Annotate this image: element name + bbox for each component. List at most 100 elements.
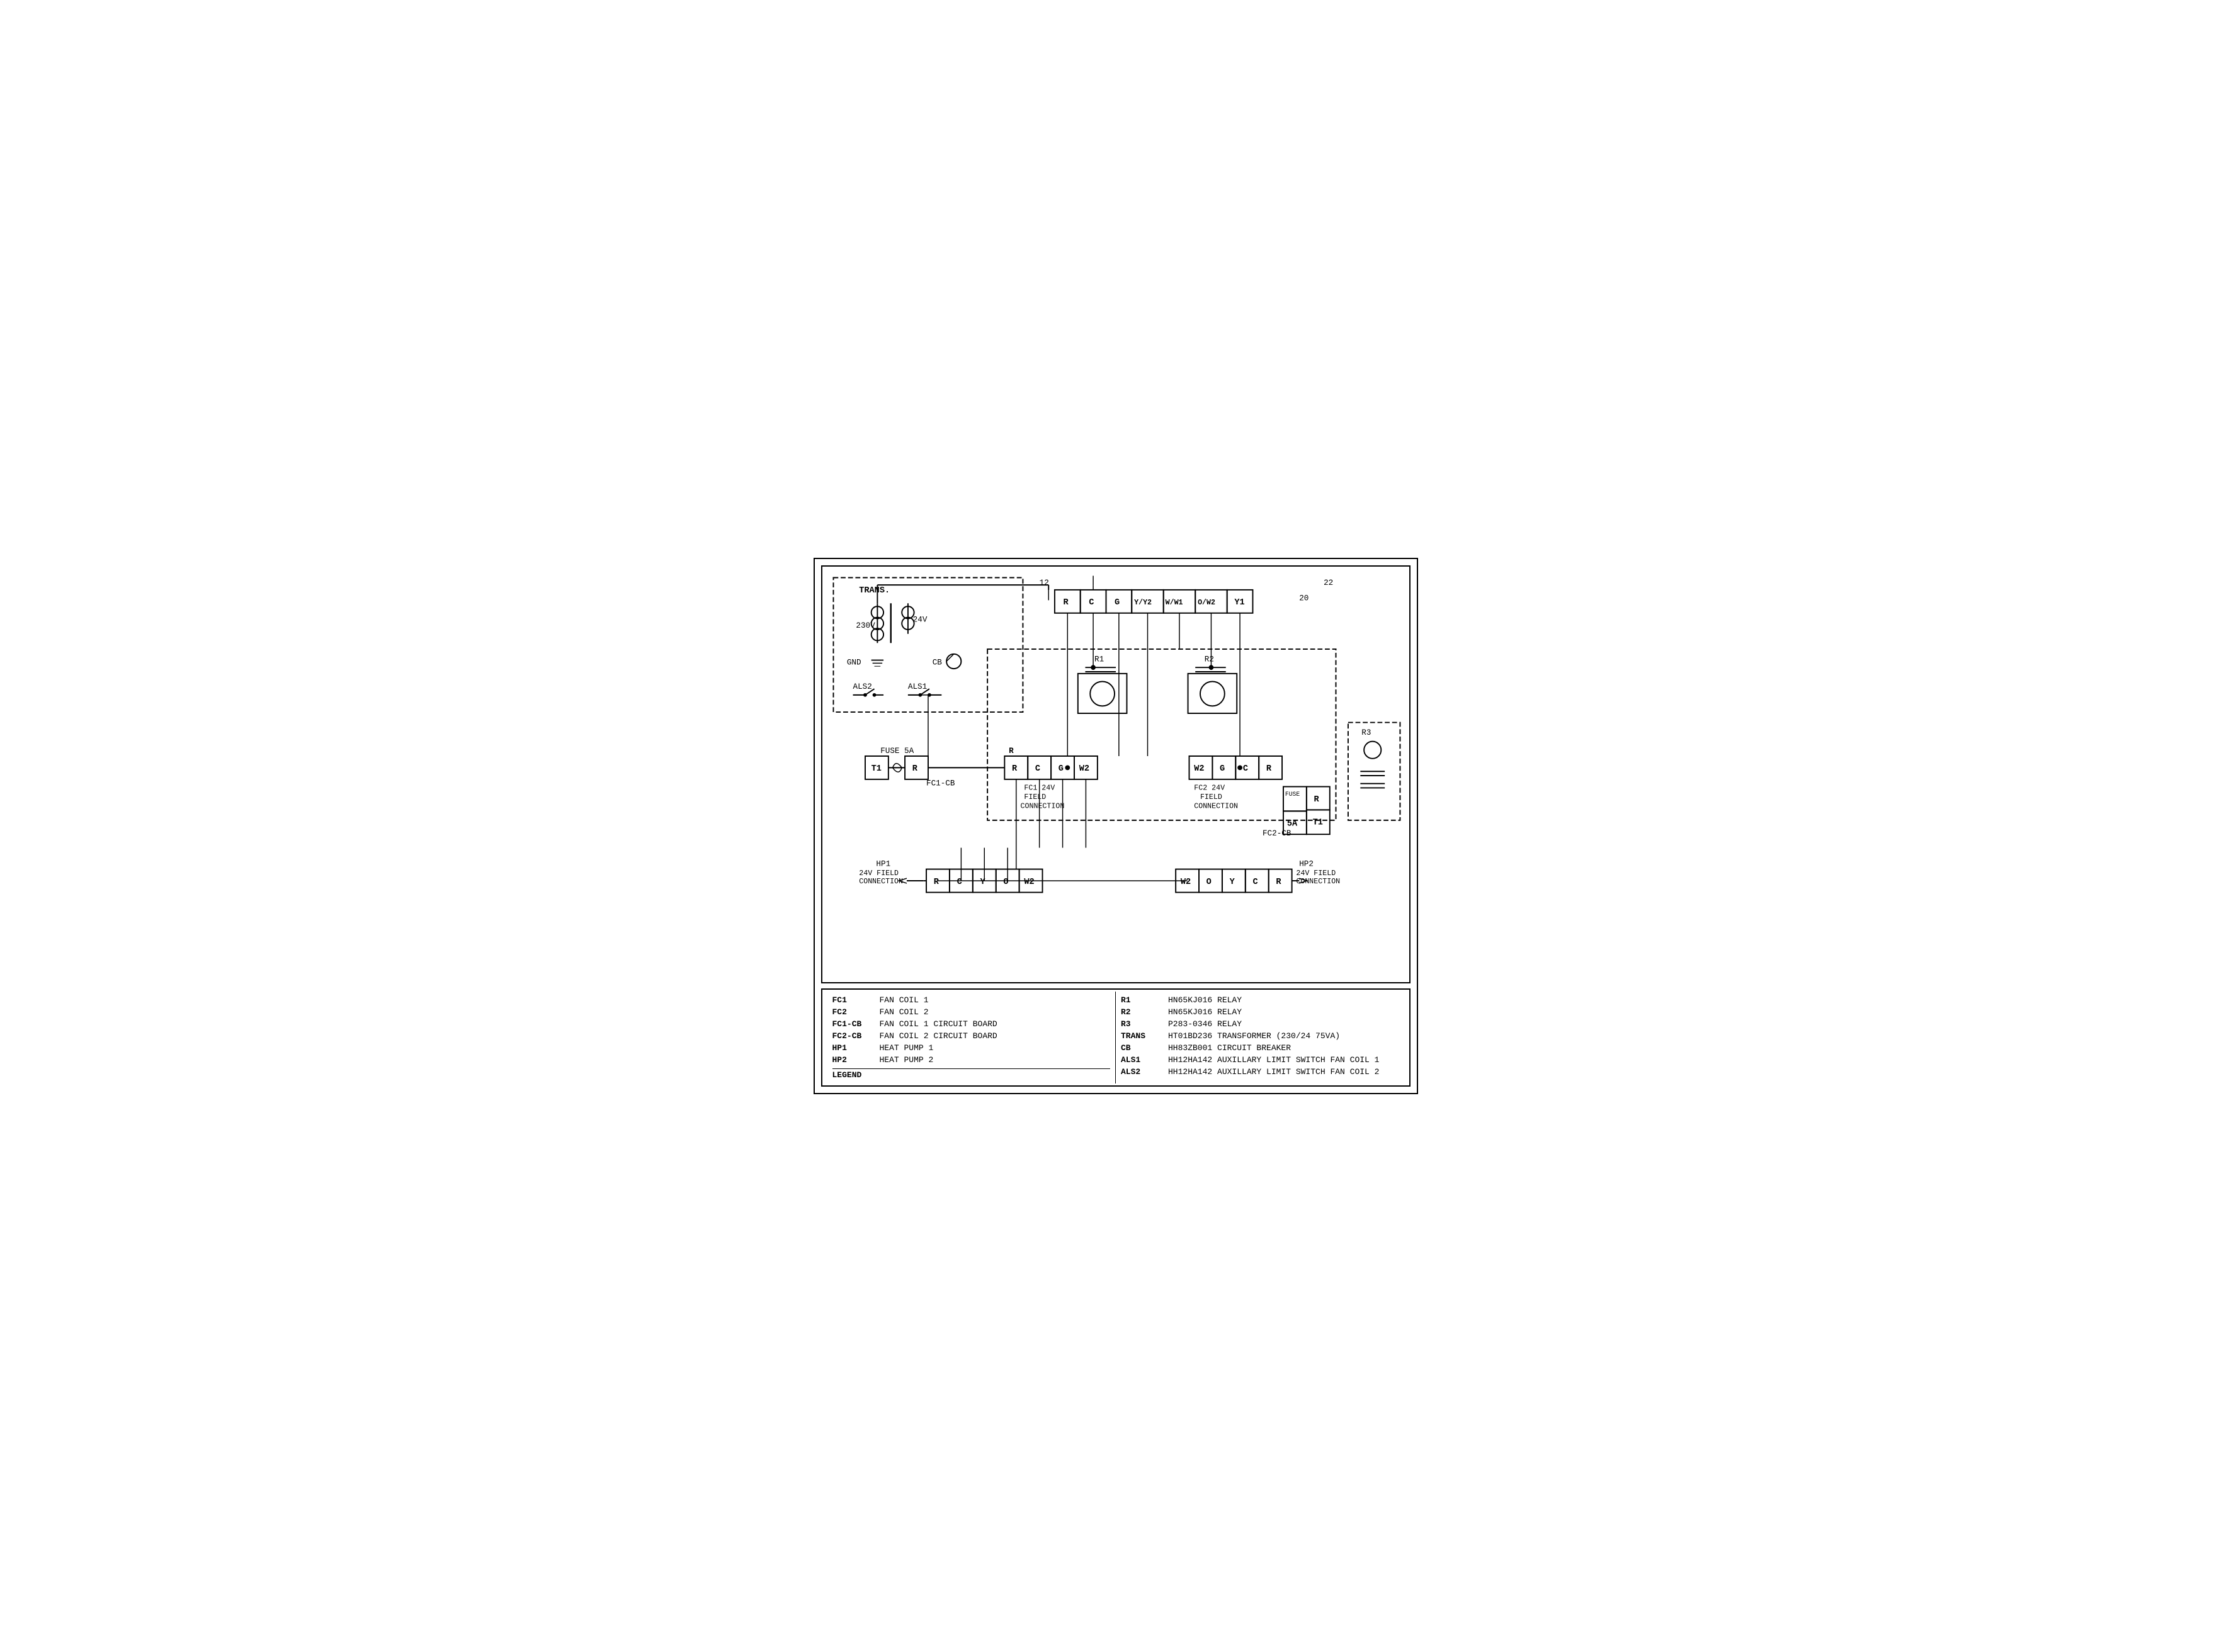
fc1-c-box: C bbox=[1035, 764, 1040, 774]
hp1-r-box: R bbox=[933, 878, 939, 887]
num20-label: 20 bbox=[1299, 593, 1309, 603]
gnd-label: GND bbox=[846, 657, 861, 667]
legend-r1: R1 HN65KJ016 RELAY bbox=[1121, 994, 1399, 1006]
legend-desc-hp1: HEAT PUMP 1 bbox=[880, 1043, 934, 1053]
legend-desc-fc1cb: FAN COIL 1 CIRCUIT BOARD bbox=[880, 1019, 997, 1029]
legend-desc-r3: P283-0346 RELAY bbox=[1168, 1019, 1242, 1029]
fc2-c-box: C bbox=[1242, 764, 1247, 774]
fuse5a-fc2-label: 5A bbox=[1286, 820, 1297, 829]
legend-desc-cb: HH83ZB001 CIRCUIT BREAKER bbox=[1168, 1043, 1291, 1053]
top-c-label: C bbox=[1089, 598, 1094, 608]
num12-label: 12 bbox=[1039, 578, 1048, 587]
legend-desc-r1: HN65KJ016 RELAY bbox=[1168, 995, 1242, 1005]
hp1-label: HP1 bbox=[876, 859, 890, 869]
top-ww1-label: W/W1 bbox=[1165, 599, 1183, 607]
legend-title: LEGEND bbox=[832, 1070, 873, 1080]
hp2-y-box: Y bbox=[1229, 878, 1235, 887]
als2-label: ALS2 bbox=[853, 682, 871, 691]
legend-table: FC1 FAN COIL 1 FC2 FAN COIL 2 FC1-CB FAN… bbox=[821, 988, 1411, 1087]
legend-code-fc2cb: FC2-CB bbox=[832, 1031, 873, 1041]
hp1-y-box: Y bbox=[980, 878, 985, 887]
r1-label: R1 bbox=[1094, 654, 1104, 664]
hp2-r-box: R bbox=[1276, 878, 1281, 887]
num22-label: 22 bbox=[1324, 578, 1333, 587]
legend-code-als1: ALS1 bbox=[1121, 1055, 1162, 1065]
hp2-24v-label: 24V FIELD bbox=[1296, 869, 1336, 878]
fc2-r-box: R bbox=[1266, 764, 1271, 774]
top-r-label: R bbox=[1063, 598, 1069, 608]
diagram-area: TRANS. 230V 24V GND CB bbox=[821, 565, 1411, 983]
t1-fc2-box: T1 bbox=[1312, 818, 1322, 828]
hp1-24v-label: 24V FIELD bbox=[859, 869, 899, 878]
legend-desc-als1: HH12HA142 AUXILLARY LIMIT SWITCH FAN COI… bbox=[1168, 1055, 1379, 1065]
hp2-label: HP2 bbox=[1299, 859, 1314, 869]
legend-code-r3: R3 bbox=[1121, 1019, 1162, 1029]
legend-desc-als2: HH12HA142 AUXILLARY LIMIT SWITCH FAN COI… bbox=[1168, 1067, 1379, 1077]
hp2-connection-label: CONNECTION bbox=[1296, 878, 1340, 886]
v230-label: 230V bbox=[856, 621, 875, 630]
fc2-field-label: FIELD bbox=[1200, 793, 1222, 801]
r3-label: R3 bbox=[1361, 728, 1371, 737]
r-fc1-box: R bbox=[912, 764, 917, 774]
legend-code-als2: ALS2 bbox=[1121, 1067, 1162, 1077]
hp1-connection-label: CONNECTION bbox=[859, 878, 903, 886]
legend-hp1: HP1 HEAT PUMP 1 bbox=[832, 1042, 1111, 1054]
fc2cb-label: FC2-CB bbox=[1262, 829, 1291, 838]
legend-trans: TRANS HT01BD236 TRANSFORMER (230/24 75VA… bbox=[1121, 1030, 1399, 1042]
fc1cb-label: FC1-CB bbox=[926, 778, 955, 788]
legend-code-r1: R1 bbox=[1121, 995, 1162, 1005]
cb-label: CB bbox=[932, 657, 942, 667]
legend-r3: R3 P283-0346 RELAY bbox=[1121, 1018, 1399, 1030]
fc1-connection-label: CONNECTION bbox=[1020, 802, 1064, 810]
fc2-g-box: G bbox=[1220, 764, 1225, 774]
legend-fc2: FC2 FAN COIL 2 bbox=[832, 1006, 1111, 1018]
fc1-r-box: R bbox=[1011, 764, 1017, 774]
hp2-o-box: O bbox=[1206, 878, 1211, 887]
legend-code-fc2: FC2 bbox=[832, 1007, 873, 1017]
legend-code-hp2: HP2 bbox=[832, 1055, 873, 1065]
legend-code-trans: TRANS bbox=[1121, 1031, 1162, 1041]
fc2-connection-label: CONNECTION bbox=[1194, 802, 1238, 810]
legend-desc-fc2: FAN COIL 2 bbox=[880, 1007, 929, 1017]
top-ow2-label: O/W2 bbox=[1198, 599, 1215, 607]
fc1-g-box: G bbox=[1058, 764, 1063, 774]
legend-r2: R2 HN65KJ016 RELAY bbox=[1121, 1006, 1399, 1018]
trans-label: TRANS. bbox=[859, 586, 890, 596]
fuse5a-fc1-label: FUSE 5A bbox=[880, 746, 914, 755]
legend-fc1cb: FC1-CB FAN COIL 1 CIRCUIT BOARD bbox=[832, 1018, 1111, 1030]
legend-code-fc1: FC1 bbox=[832, 995, 873, 1005]
fuse-fc2-label: FUSE bbox=[1285, 791, 1299, 798]
legend-desc-fc2cb: FAN COIL 2 CIRCUIT BOARD bbox=[880, 1031, 997, 1041]
hp2-w2-box: W2 bbox=[1180, 878, 1190, 887]
legend-desc-trans: HT01BD236 TRANSFORMER (230/24 75VA) bbox=[1168, 1031, 1340, 1041]
legend-fc2cb: FC2-CB FAN COIL 2 CIRCUIT BOARD bbox=[832, 1030, 1111, 1042]
fc1-w2-box: W2 bbox=[1079, 764, 1089, 774]
legend-code-r2: R2 bbox=[1121, 1007, 1162, 1017]
top-g-label: G bbox=[1115, 598, 1120, 608]
fc1-field-label: FIELD bbox=[1024, 793, 1046, 801]
legend-fc1: FC1 FAN COIL 1 bbox=[832, 994, 1111, 1006]
legend-als2: ALS2 HH12HA142 AUXILLARY LIMIT SWITCH FA… bbox=[1121, 1066, 1399, 1078]
legend-hp2: HP2 HEAT PUMP 2 bbox=[832, 1054, 1111, 1066]
legend-desc-r2: HN65KJ016 RELAY bbox=[1168, 1007, 1242, 1017]
fc2-w2-box: W2 bbox=[1194, 764, 1204, 774]
legend-cb: CB HH83ZB001 CIRCUIT BREAKER bbox=[1121, 1042, 1399, 1054]
fc2-24v-label: FC2 24V bbox=[1194, 784, 1225, 792]
top-y1-label: Y1 bbox=[1234, 598, 1244, 608]
r-fc2-box: R bbox=[1314, 795, 1319, 805]
t1-fc1-box: T1 bbox=[871, 764, 881, 774]
fc1-r-label: R bbox=[1009, 746, 1014, 755]
legend-code-cb: CB bbox=[1121, 1043, 1162, 1053]
v24-label: 24V bbox=[912, 614, 927, 624]
top-yy2-label: Y/Y2 bbox=[1134, 599, 1152, 607]
legend-desc-fc1: FAN COIL 1 bbox=[880, 995, 929, 1005]
hp1-w2-box: W2 bbox=[1024, 878, 1034, 887]
legend-code-fc1cb: FC1-CB bbox=[832, 1019, 873, 1029]
hp2-c-box: C bbox=[1252, 878, 1257, 887]
main-container: TRANS. 230V 24V GND CB bbox=[814, 558, 1418, 1094]
legend-als1: ALS1 HH12HA142 AUXILLARY LIMIT SWITCH FA… bbox=[1121, 1054, 1399, 1066]
legend-desc-hp2: HEAT PUMP 2 bbox=[880, 1055, 934, 1065]
legend-code-hp1: HP1 bbox=[832, 1043, 873, 1053]
als1-label: ALS1 bbox=[907, 682, 926, 691]
r2-label: R2 bbox=[1204, 654, 1213, 664]
